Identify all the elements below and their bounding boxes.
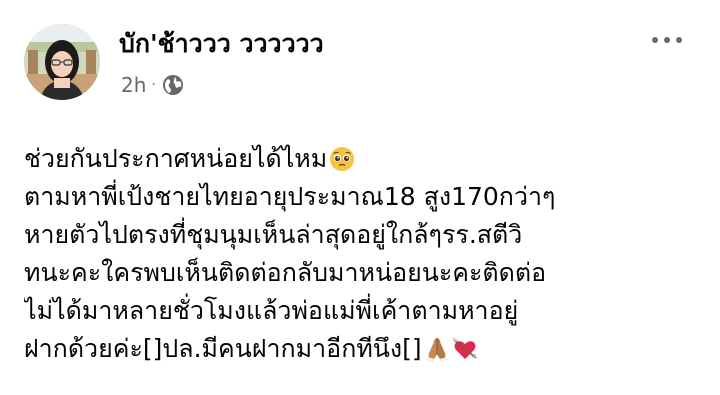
more-dot xyxy=(664,37,670,43)
post-text-line: ช่วยกันประกาศหน่อยได้ไหม xyxy=(24,140,704,178)
heart-with-arrow-icon xyxy=(452,335,478,361)
post-text-line-5: ไม่ได้มาหลายชั่วโมงแล้วพ่อแม่พี่เค้าตามห… xyxy=(24,296,519,325)
post-text: ช่วยกันประกาศหน่อยได้ไหม ตามหาพี่เป้งชาย… xyxy=(24,140,704,368)
post-text-line-1: ช่วยกันประกาศหน่อยได้ไหม xyxy=(24,144,328,173)
post-meta: 2h · xyxy=(121,72,184,98)
more-dot xyxy=(676,37,682,43)
more-dot xyxy=(652,37,658,43)
post-text-line-4: ทนะคะใครพบเห็นติดต่อกลับมาหน่อยนะคะติดต่… xyxy=(24,258,547,287)
post: บัก'ช้าววว วววววว 2h · ช่วยกันประกาศหน่อ… xyxy=(0,0,720,395)
post-timestamp[interactable]: 2h xyxy=(121,73,146,97)
folded-hands-icon xyxy=(424,335,450,362)
globe-icon[interactable] xyxy=(162,74,184,96)
post-text-line-3: หายตัวไปตรงที่ชุมนุมเห็นล่าสุดอยู่ใกล้ๆร… xyxy=(24,220,523,249)
post-text-line: ฝากด้วยค่ะ[]ปล.มีคนฝากมาอีกทีนึง[] xyxy=(24,330,704,368)
avatar-photo xyxy=(24,24,100,100)
post-author-name[interactable]: บัก'ช้าววว วววววว xyxy=(119,28,324,60)
meta-separator: · xyxy=(151,77,156,93)
more-options-button[interactable] xyxy=(644,28,690,52)
post-text-line-2: ตามหาพี่เป้งชายไทยอายุประมาณ18 สูง170กว่… xyxy=(24,182,556,211)
avatar[interactable] xyxy=(24,24,100,100)
post-text-line-6: ฝากด้วยค่ะ[]ปล.มีคนฝากมาอีกทีนึง[] xyxy=(24,334,422,363)
pleading-face-icon xyxy=(329,145,355,171)
